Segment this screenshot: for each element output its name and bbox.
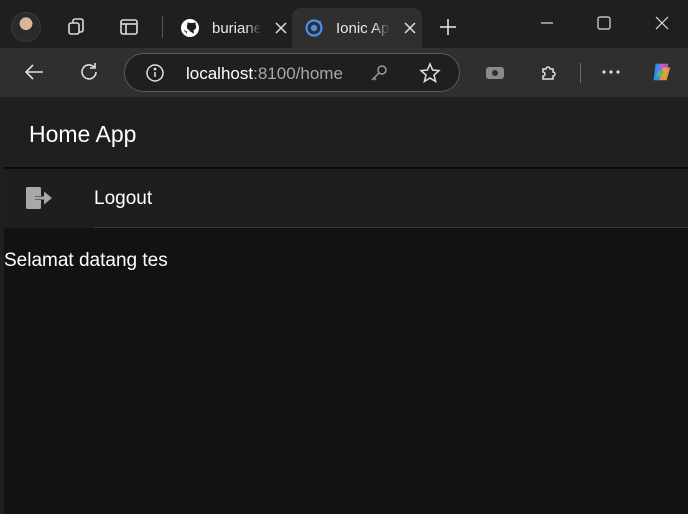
extension-badge-icon[interactable] [483,60,507,84]
workspaces-icon[interactable] [64,14,90,40]
app-header: Home App [4,97,688,167]
more-options-icon[interactable] [599,60,623,84]
tab-title: Ionic App [336,19,390,37]
url-text[interactable]: localhost:8100/home [186,64,343,84]
address-bar[interactable]: localhost:8100/home [124,53,460,92]
toolbar-separator [580,63,581,83]
page-title: Home App [29,121,137,147]
url-host: localhost [186,64,254,83]
maximize-icon[interactable] [593,12,615,34]
refresh-icon[interactable] [77,60,101,84]
github-icon [180,18,200,38]
tab-actions-icon[interactable] [116,14,142,40]
tab-separator [162,16,163,38]
back-icon[interactable] [22,60,46,84]
browser-toolbar: localhost:8100/home [0,48,688,97]
copilot-icon[interactable] [650,60,674,84]
favorite-star-icon[interactable] [419,62,441,84]
url-path: :8100/home [253,64,343,83]
minimize-icon[interactable] [536,12,558,34]
logout-item[interactable]: Logout [4,169,688,228]
profile-avatar[interactable] [11,12,41,42]
logout-label: Logout [94,188,153,209]
close-tab-icon[interactable] [402,20,418,36]
extensions-puzzle-icon[interactable] [538,60,562,84]
site-info-icon[interactable] [145,63,165,83]
tab-ionic-app[interactable]: Ionic App [292,8,422,48]
ionic-icon [304,18,324,38]
page-viewport: Home App Logout Selamat datang tes [4,97,688,514]
tab-title: buriane/ [212,19,262,37]
new-tab-icon[interactable] [437,16,459,38]
close-tab-icon[interactable] [273,20,288,36]
close-window-icon[interactable] [651,12,673,34]
password-key-icon[interactable] [369,63,389,83]
logout-icon [25,185,53,211]
tab-strip: buriane/ Ionic App [0,0,688,48]
tab-github[interactable]: buriane/ [168,8,288,48]
welcome-message: Selamat datang tes [4,250,168,271]
item-divider [94,227,688,228]
